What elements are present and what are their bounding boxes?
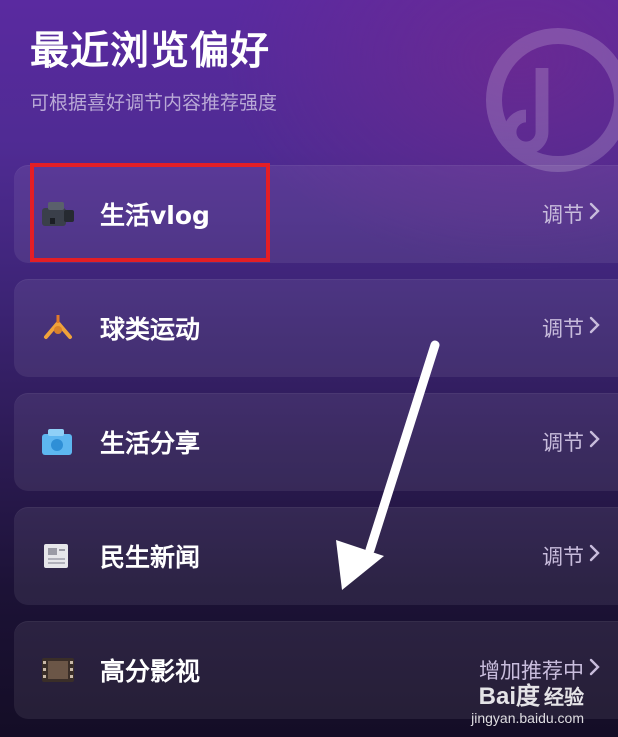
- page-subtitle: 可根据喜好调节内容推荐强度: [30, 92, 278, 114]
- background-logo-icon: [486, 28, 618, 172]
- film-icon: [42, 658, 74, 682]
- baidu-watermark: Bai度 经验: [479, 676, 584, 711]
- preference-item-life-share[interactable]: 生活分享 调节: [14, 393, 618, 491]
- chevron-right-icon: [589, 658, 600, 676]
- chevron-right-icon: [589, 430, 600, 448]
- chevron-right-icon: [589, 544, 600, 562]
- preference-item-public-news[interactable]: 民生新闻 调节: [14, 507, 618, 605]
- photo-share-icon: [42, 429, 72, 455]
- adjust-link[interactable]: 调节: [542, 541, 584, 571]
- adjust-link[interactable]: 调节: [542, 313, 584, 343]
- preference-item-label: 民生新闻: [100, 543, 201, 572]
- annotation-highlight-box: [30, 163, 270, 262]
- chevron-right-icon: [589, 316, 600, 334]
- chevron-right-icon: [589, 202, 600, 220]
- newspaper-icon: [44, 544, 68, 568]
- adjust-link[interactable]: 调节: [542, 199, 584, 229]
- preference-item-ball-sports[interactable]: 球类运动 调节: [14, 279, 618, 377]
- page-title: 最近浏览偏好: [30, 29, 271, 74]
- preference-item-label: 高分影视: [100, 657, 201, 686]
- preference-item-label: 球类运动: [100, 315, 201, 344]
- watermark-suffix: 经验: [544, 687, 584, 709]
- watermark-brand: Bai度: [478, 683, 540, 710]
- watermark-url: jingyan.baidu.com: [471, 710, 584, 726]
- adjust-link[interactable]: 调节: [542, 427, 584, 457]
- badminton-icon: [44, 315, 72, 339]
- preference-item-label: 生活分享: [100, 429, 201, 458]
